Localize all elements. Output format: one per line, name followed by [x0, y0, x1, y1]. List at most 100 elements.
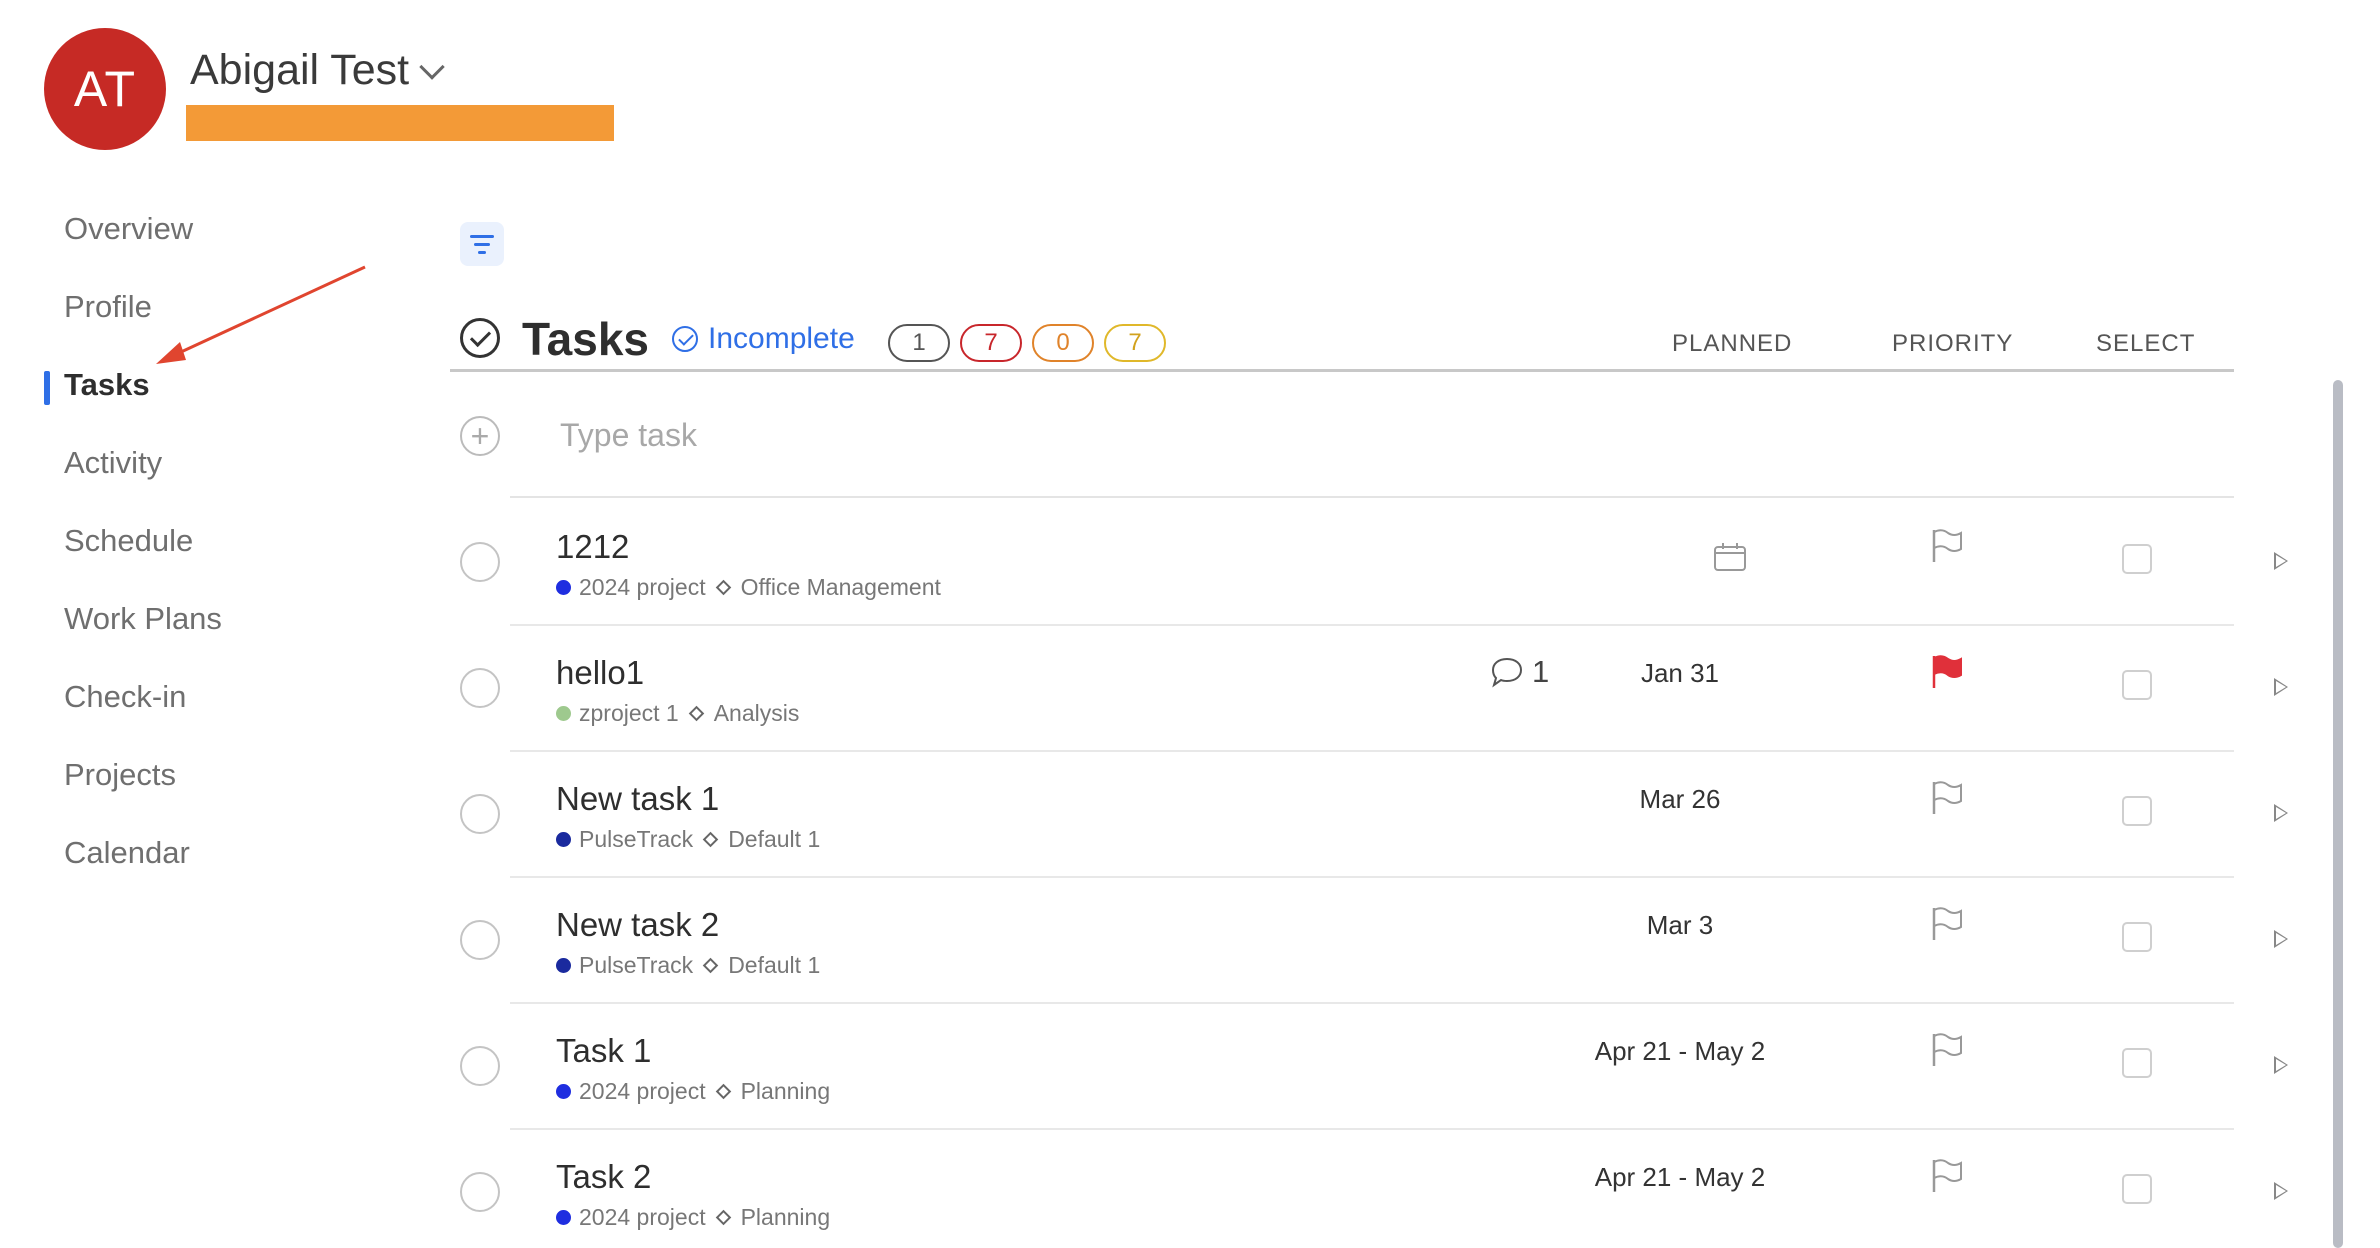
filter-button[interactable] [460, 222, 504, 266]
task-project: 2024 project [579, 1204, 706, 1230]
select-checkbox[interactable] [2122, 1048, 2152, 1078]
task-row[interactable]: Task 1 2024 project Planning Apr 21 - Ma… [450, 1004, 2300, 1130]
expand-arrow-icon[interactable] [2274, 1182, 2288, 1200]
priority-flag-icon[interactable] [1930, 528, 1964, 564]
task-row[interactable]: Task 2 2024 project Planning Apr 21 - Ma… [450, 1130, 2300, 1248]
sidebar-item-schedule[interactable]: Schedule [44, 502, 364, 580]
priority-flag-icon[interactable] [1930, 1032, 1964, 1068]
task-meta: zproject 1 Analysis [556, 700, 799, 727]
task-list: Planning [740, 1204, 831, 1230]
complete-checkbox[interactable] [460, 542, 500, 582]
sidebar-item-calendar[interactable]: Calendar [44, 814, 364, 892]
count-badge[interactable]: 1 [888, 324, 950, 362]
project-color-dot [556, 958, 571, 973]
task-title[interactable]: New task 2 [556, 906, 719, 944]
select-checkbox[interactable] [2122, 922, 2152, 952]
task-meta: 2024 project Planning [556, 1078, 830, 1105]
planned-date[interactable]: Apr 21 - May 2 [1580, 1162, 1780, 1193]
filter-icon [470, 234, 494, 238]
annotation-arrow [156, 265, 366, 364]
chevron-down-icon [419, 53, 445, 80]
user-menu[interactable]: Abigail Test [190, 46, 445, 95]
planned-date[interactable]: Jan 31 [1580, 658, 1780, 689]
task-project: PulseTrack [579, 826, 694, 852]
status-filter[interactable]: Incomplete [672, 322, 855, 356]
expand-arrow-icon[interactable] [2274, 930, 2288, 948]
column-header-priority[interactable]: PRIORITY [1892, 330, 2013, 358]
task-meta: 2024 project Planning [556, 1204, 830, 1231]
scrollbar[interactable] [2333, 380, 2343, 1248]
count-badge[interactable]: 7 [960, 324, 1022, 362]
sidebar-item-projects[interactable]: Projects [44, 736, 364, 814]
planned-date[interactable]: Mar 26 [1580, 784, 1780, 815]
task-row[interactable]: 1212 2024 project Office Management [450, 500, 2300, 626]
task-title[interactable]: hello1 [556, 654, 644, 692]
expand-arrow-icon[interactable] [2274, 1056, 2288, 1074]
check-circle-icon [460, 318, 500, 358]
expand-arrow-icon[interactable] [2274, 804, 2288, 822]
calendar-icon[interactable] [1713, 542, 1747, 572]
task-meta: PulseTrack Default 1 [556, 826, 820, 853]
count-badges: 1 7 0 7 [888, 324, 1166, 362]
add-task-row: + [450, 374, 2234, 498]
complete-checkbox[interactable] [460, 668, 500, 708]
tasks-header: Tasks Incomplete 1 7 0 7 PLANNED PRIORIT… [450, 308, 2234, 372]
plus-icon[interactable]: + [460, 416, 500, 456]
comment-count-value: 1 [1532, 654, 1550, 689]
page-title: Tasks [522, 313, 650, 365]
task-meta: 2024 project Office Management [556, 574, 941, 601]
priority-flag-icon[interactable] [1930, 906, 1964, 942]
status-filter-label: Incomplete [708, 322, 855, 355]
sidebar-item-check-in[interactable]: Check-in [44, 658, 364, 736]
select-checkbox[interactable] [2122, 670, 2152, 700]
task-row[interactable]: New task 2 PulseTrack Default 1 Mar 3 [450, 878, 2300, 1004]
project-color-dot [556, 832, 571, 847]
priority-flag-icon[interactable] [1930, 780, 1964, 816]
diamond-icon [715, 1083, 731, 1100]
comment-icon [1491, 657, 1523, 688]
project-color-dot [556, 706, 571, 721]
select-checkbox[interactable] [2122, 544, 2152, 574]
diamond-icon [702, 957, 719, 974]
complete-checkbox[interactable] [460, 794, 500, 834]
diamond-icon [702, 831, 719, 848]
count-badge[interactable]: 0 [1032, 324, 1094, 362]
redacted-bar [186, 105, 614, 141]
task-title[interactable]: 1212 [556, 528, 629, 566]
task-title[interactable]: New task 1 [556, 780, 719, 818]
planned-date[interactable]: Mar 3 [1580, 910, 1780, 941]
complete-checkbox[interactable] [460, 1046, 500, 1086]
task-row[interactable]: hello1 zproject 1 Analysis 1 Jan 31 [450, 626, 2300, 752]
project-color-dot [556, 1084, 571, 1099]
project-color-dot [556, 1210, 571, 1225]
task-title[interactable]: Task 1 [556, 1032, 651, 1070]
select-checkbox[interactable] [2122, 1174, 2152, 1204]
task-title[interactable]: Task 2 [556, 1158, 651, 1196]
task-project: zproject 1 [579, 700, 679, 726]
avatar[interactable]: AT [44, 28, 166, 150]
task-list: Default 1 [728, 826, 821, 852]
expand-arrow-icon[interactable] [2274, 678, 2288, 696]
add-task-input[interactable] [560, 410, 2060, 460]
sidebar-item-overview[interactable]: Overview [44, 190, 364, 268]
check-circle-icon [672, 326, 698, 352]
task-row[interactable]: New task 1 PulseTrack Default 1 Mar 26 [450, 752, 2300, 878]
complete-checkbox[interactable] [460, 920, 500, 960]
priority-flag-icon[interactable] [1930, 1158, 1964, 1194]
sidebar-item-activity[interactable]: Activity [44, 424, 364, 502]
count-badge[interactable]: 7 [1104, 324, 1166, 362]
complete-checkbox[interactable] [460, 1172, 500, 1212]
sidebar-item-work-plans[interactable]: Work Plans [44, 580, 364, 658]
column-header-select[interactable]: SELECT [2096, 330, 2195, 358]
column-header-planned[interactable]: PLANNED [1672, 330, 1792, 358]
task-project: 2024 project [579, 574, 706, 600]
task-project: PulseTrack [579, 952, 694, 978]
task-list: Default 1 [728, 952, 821, 978]
expand-arrow-icon[interactable] [2274, 552, 2288, 570]
comment-count[interactable]: 1 [1490, 654, 1549, 690]
user-name: Abigail Test [190, 46, 410, 94]
select-checkbox[interactable] [2122, 796, 2152, 826]
planned-date[interactable]: Apr 21 - May 2 [1580, 1036, 1780, 1067]
priority-flag-icon[interactable] [1930, 654, 1964, 690]
diamond-icon [715, 1209, 731, 1226]
